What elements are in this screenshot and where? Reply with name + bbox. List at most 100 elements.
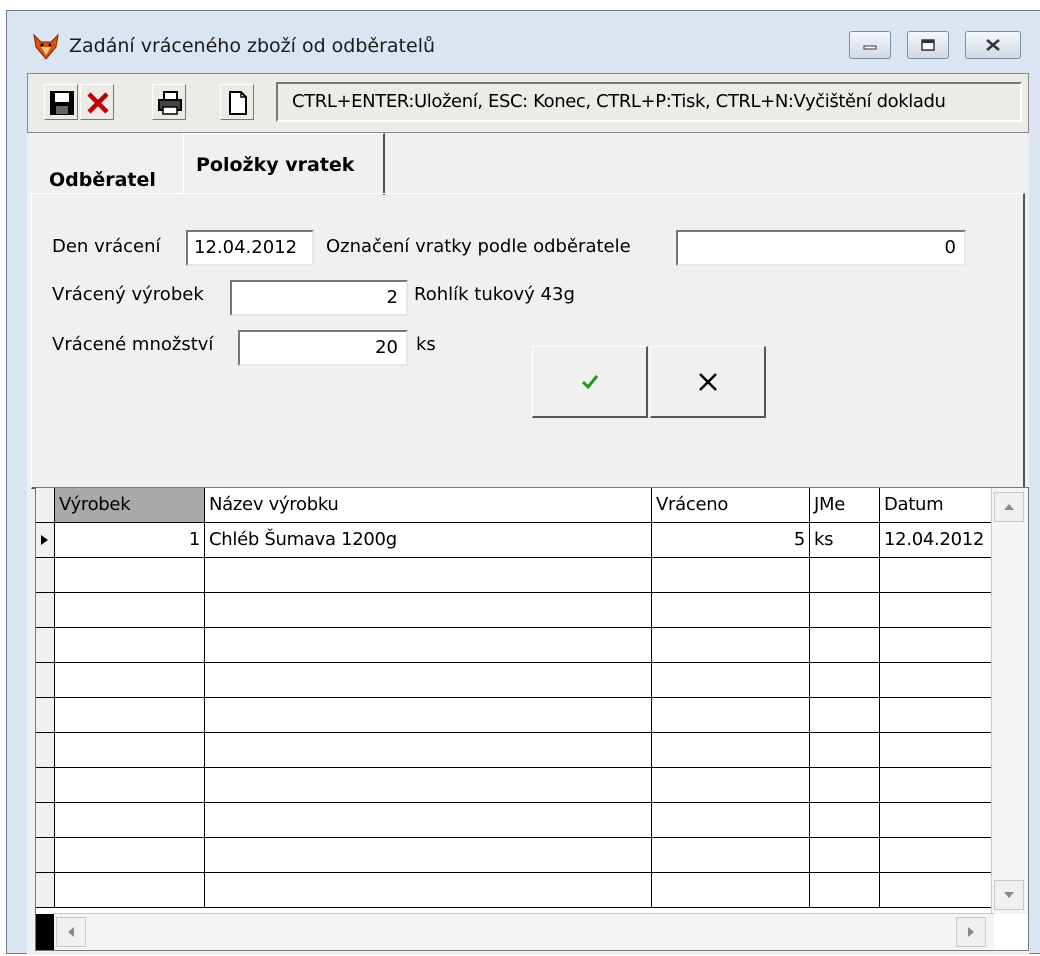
scroll-down-button[interactable] <box>994 880 1024 910</box>
row-pointer[interactable] <box>36 523 54 557</box>
column-header-product[interactable]: Výrobek <box>54 488 204 522</box>
table-row-empty[interactable] <box>36 593 992 628</box>
empty-cell[interactable] <box>54 698 204 732</box>
confirm-button[interactable] <box>532 346 648 418</box>
empty-cell[interactable] <box>54 663 204 697</box>
return-day-field[interactable]: 12.04.2012 <box>186 230 314 266</box>
empty-cell[interactable] <box>204 663 651 697</box>
tab-odberatel[interactable]: Odběratel <box>49 169 156 191</box>
checkmark-icon <box>581 374 598 389</box>
scroll-left-button[interactable] <box>56 917 86 947</box>
empty-cell[interactable] <box>54 593 204 627</box>
empty-cell[interactable] <box>54 558 204 592</box>
empty-cell[interactable] <box>879 628 999 662</box>
empty-cell[interactable] <box>651 663 809 697</box>
delete-button[interactable] <box>80 84 114 120</box>
empty-cell[interactable] <box>204 593 651 627</box>
empty-cell[interactable] <box>651 768 809 802</box>
horizontal-scrollbar[interactable] <box>54 913 994 950</box>
product-name: Rohlík tukový 43g <box>414 284 575 305</box>
empty-cell[interactable] <box>204 838 651 872</box>
empty-cell[interactable] <box>809 593 879 627</box>
empty-cell[interactable] <box>809 803 879 837</box>
empty-cell[interactable] <box>651 628 809 662</box>
empty-cell[interactable] <box>809 558 879 592</box>
cell-product[interactable]: 1 <box>54 523 204 557</box>
empty-cell[interactable] <box>204 628 651 662</box>
print-button[interactable] <box>152 84 186 120</box>
quantity-field[interactable]: 20 <box>238 330 408 366</box>
empty-cell[interactable] <box>204 768 651 802</box>
empty-cell[interactable] <box>879 558 999 592</box>
empty-cell[interactable] <box>879 768 999 802</box>
empty-cell[interactable] <box>879 873 999 907</box>
empty-cell[interactable] <box>809 698 879 732</box>
scroll-up-button[interactable] <box>994 492 1024 522</box>
empty-cell[interactable] <box>204 733 651 767</box>
minimize-button[interactable] <box>849 31 891 59</box>
tab-polozky-vratek[interactable]: Položky vratek <box>183 133 385 195</box>
table-row-empty[interactable] <box>36 838 992 873</box>
table-row-empty[interactable] <box>36 803 992 838</box>
cancel-button[interactable] <box>650 346 766 418</box>
empty-cell[interactable] <box>651 558 809 592</box>
empty-cell[interactable] <box>809 663 879 697</box>
delete-icon <box>87 92 109 114</box>
empty-cell[interactable] <box>809 838 879 872</box>
empty-cell[interactable] <box>651 803 809 837</box>
empty-cell[interactable] <box>54 803 204 837</box>
title-bar[interactable]: Zadání vráceného zboží od odběratelů <box>7 11 1040 73</box>
empty-cell[interactable] <box>204 873 651 907</box>
cell-unit[interactable]: ks <box>809 523 879 557</box>
empty-cell[interactable] <box>651 733 809 767</box>
empty-cell[interactable] <box>809 873 879 907</box>
close-button[interactable] <box>965 31 1021 59</box>
empty-cell[interactable] <box>651 873 809 907</box>
cell-returned[interactable]: 5 <box>651 523 809 557</box>
empty-cell[interactable] <box>54 733 204 767</box>
empty-cell[interactable] <box>651 593 809 627</box>
column-header-date[interactable]: Datum <box>879 488 999 522</box>
table-row-empty[interactable] <box>36 768 992 803</box>
empty-cell[interactable] <box>809 768 879 802</box>
empty-cell[interactable] <box>809 733 879 767</box>
customer-mark-field[interactable]: 0 <box>676 230 966 266</box>
empty-cell[interactable] <box>54 838 204 872</box>
empty-cell[interactable] <box>54 873 204 907</box>
table-row[interactable]: 1 Chléb Šumava 1200g 5 ks 12.04.2012 <box>36 523 992 558</box>
table-row-empty[interactable] <box>36 698 992 733</box>
scroll-right-button[interactable] <box>956 917 986 947</box>
table-row-empty[interactable] <box>36 558 992 593</box>
empty-cell[interactable] <box>809 628 879 662</box>
empty-cell[interactable] <box>204 698 651 732</box>
empty-cell[interactable] <box>54 628 204 662</box>
table-row-empty[interactable] <box>36 663 992 698</box>
empty-cell[interactable] <box>879 663 999 697</box>
new-document-button[interactable] <box>220 84 254 120</box>
column-header-unit[interactable]: JMe <box>809 488 879 522</box>
maximize-button[interactable] <box>907 31 949 59</box>
empty-cell[interactable] <box>651 838 809 872</box>
table-row-empty[interactable] <box>36 733 992 768</box>
empty-cell[interactable] <box>54 768 204 802</box>
empty-cell[interactable] <box>879 803 999 837</box>
cell-date[interactable]: 12.04.2012 <box>879 523 999 557</box>
empty-cell[interactable] <box>879 838 999 872</box>
vertical-scrollbar[interactable] <box>991 488 1028 914</box>
close-icon <box>986 39 1000 51</box>
cell-name[interactable]: Chléb Šumava 1200g <box>204 523 651 557</box>
product-field[interactable]: 2 <box>230 280 408 316</box>
save-button[interactable] <box>44 84 78 120</box>
table-row-empty[interactable] <box>36 628 992 663</box>
empty-cell[interactable] <box>879 593 999 627</box>
return-day-label: Den vrácení <box>52 236 161 257</box>
column-header-returned[interactable]: Vráceno <box>651 488 809 522</box>
column-header-name[interactable]: Název výrobku <box>204 488 651 522</box>
returns-grid[interactable]: Výrobek Název výrobku Vráceno JMe Datum … <box>35 487 1029 951</box>
table-row-empty[interactable] <box>36 873 992 908</box>
empty-cell[interactable] <box>879 698 999 732</box>
empty-cell[interactable] <box>651 698 809 732</box>
empty-cell[interactable] <box>204 803 651 837</box>
empty-cell[interactable] <box>204 558 651 592</box>
empty-cell[interactable] <box>879 733 999 767</box>
